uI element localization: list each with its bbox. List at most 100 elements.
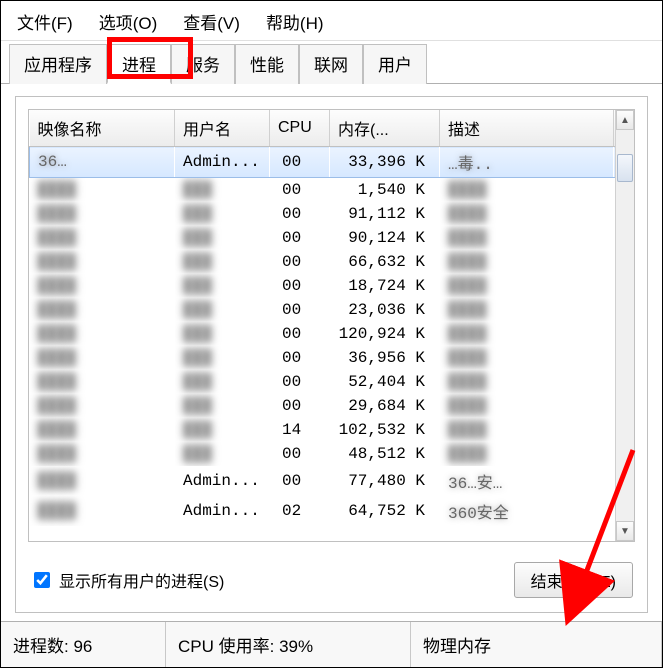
col-header-image[interactable]: 映像名称	[30, 110, 175, 147]
menu-view[interactable]: 查看(V)	[177, 7, 246, 36]
cell-user-name: Admin...	[175, 496, 270, 526]
cell-user-name: ███	[175, 370, 270, 394]
table-row[interactable]: 36…Admin...0033,396 K…毒..	[30, 147, 634, 178]
table-row[interactable]: ███████0036,956 K████	[30, 346, 634, 370]
cell-user-name: ███	[175, 178, 270, 203]
table-row[interactable]: ████Admin...0264,752 K360安全	[30, 496, 634, 526]
table-row[interactable]: ███████14102,532 K████	[30, 418, 634, 442]
col-header-memory[interactable]: 内存(...	[330, 110, 440, 147]
cell-user-name: ███	[175, 442, 270, 466]
cell-cpu: 00	[270, 178, 330, 203]
cell-image-name: ████	[30, 370, 175, 394]
cell-memory: 29,684 K	[330, 394, 440, 418]
status-physical-memory: 物理内存	[411, 622, 662, 667]
cell-description: ████	[440, 298, 614, 322]
cell-description: ████	[440, 346, 614, 370]
process-list-container: 映像名称 用户名 CPU 内存(... 描述 36…Admin...0033,3…	[28, 109, 635, 542]
cell-memory: 1,540 K	[330, 178, 440, 203]
cell-memory: 48,512 K	[330, 442, 440, 466]
cell-memory: 90,124 K	[330, 226, 440, 250]
cell-cpu: 00	[270, 370, 330, 394]
cell-cpu: 14	[270, 418, 330, 442]
col-header-description[interactable]: 描述	[440, 110, 614, 147]
tab-performance[interactable]: 性能	[235, 44, 299, 84]
status-mem-label: 物理内存	[423, 637, 491, 656]
cell-image-name: ████	[30, 250, 175, 274]
table-row[interactable]: ███████0090,124 K████	[30, 226, 634, 250]
menu-options[interactable]: 选项(O)	[93, 7, 164, 36]
cell-cpu: 00	[270, 147, 330, 178]
cell-description: ████	[440, 442, 614, 466]
table-row[interactable]: ███████0066,632 K████	[30, 250, 634, 274]
tab-applications[interactable]: 应用程序	[9, 44, 107, 84]
cell-cpu: 00	[270, 274, 330, 298]
cell-image-name: ████	[30, 178, 175, 203]
col-header-cpu[interactable]: CPU	[270, 110, 330, 147]
cell-description: 360安全	[440, 496, 614, 526]
table-row[interactable]: ███████0052,404 K████	[30, 370, 634, 394]
table-row[interactable]: ███████0029,684 K████	[30, 394, 634, 418]
table-row[interactable]: ███████0048,512 K████	[30, 442, 634, 466]
scrollbar-thumb[interactable]	[617, 154, 633, 182]
col-header-user[interactable]: 用户名	[175, 110, 270, 147]
task-manager-window: 文件(F) 选项(O) 查看(V) 帮助(H) 应用程序 进程 服务 性能 联网…	[0, 0, 663, 668]
scrollbar-track[interactable]	[616, 130, 634, 521]
tab-strip: 应用程序 进程 服务 性能 联网 用户	[1, 41, 662, 84]
cell-image-name: ████	[30, 496, 175, 526]
process-table: 映像名称 用户名 CPU 内存(... 描述 36…Admin...0033,3…	[29, 110, 634, 526]
scroll-down-arrow-icon[interactable]: ▼	[616, 521, 634, 541]
status-cpu-usage: CPU 使用率: 39%	[166, 622, 411, 667]
cell-memory: 33,396 K	[330, 147, 440, 178]
cell-memory: 91,112 K	[330, 202, 440, 226]
cell-memory: 52,404 K	[330, 370, 440, 394]
cell-image-name: ████	[30, 322, 175, 346]
cell-image-name: ████	[30, 466, 175, 496]
scroll-up-arrow-icon[interactable]: ▲	[616, 110, 634, 130]
cell-memory: 36,956 K	[330, 346, 440, 370]
tab-networking[interactable]: 联网	[299, 44, 363, 84]
cell-description: ████	[440, 370, 614, 394]
cell-user-name: ███	[175, 418, 270, 442]
cell-cpu: 00	[270, 202, 330, 226]
menu-help[interactable]: 帮助(H)	[260, 7, 330, 36]
table-header-row: 映像名称 用户名 CPU 内存(... 描述	[30, 110, 634, 147]
cell-memory: 77,480 K	[330, 466, 440, 496]
show-all-users-checkbox[interactable]	[34, 572, 50, 588]
status-cpu-label: CPU 使用率:	[178, 637, 274, 656]
processes-panel: 映像名称 用户名 CPU 内存(... 描述 36…Admin...0033,3…	[15, 96, 648, 613]
cell-user-name: ███	[175, 226, 270, 250]
cell-user-name: Admin...	[175, 466, 270, 496]
table-row[interactable]: ████Admin...0077,480 K36…安…	[30, 466, 634, 496]
tab-processes[interactable]: 进程	[107, 44, 171, 84]
cell-user-name: ███	[175, 394, 270, 418]
cell-image-name: ████	[30, 418, 175, 442]
cell-image-name: ████	[30, 394, 175, 418]
cell-cpu: 00	[270, 322, 330, 346]
show-all-users-checkbox-label[interactable]: 显示所有用户的进程(S)	[30, 568, 224, 592]
table-row[interactable]: ███████00120,924 K████	[30, 322, 634, 346]
menu-file[interactable]: 文件(F)	[11, 7, 79, 36]
cell-memory: 120,924 K	[330, 322, 440, 346]
table-row[interactable]: ███████001,540 K████	[30, 178, 634, 203]
end-process-button[interactable]: 结束进程(E)	[514, 562, 633, 598]
cell-description: ████	[440, 178, 614, 203]
cell-cpu: 00	[270, 250, 330, 274]
cell-cpu: 00	[270, 466, 330, 496]
cell-image-name: ████	[30, 226, 175, 250]
table-row[interactable]: ███████0091,112 K████	[30, 202, 634, 226]
cell-description: ████	[440, 274, 614, 298]
cell-user-name: ███	[175, 202, 270, 226]
cell-user-name: ███	[175, 250, 270, 274]
cell-description: ████	[440, 418, 614, 442]
tab-services[interactable]: 服务	[171, 44, 235, 84]
cell-image-name: ████	[30, 202, 175, 226]
table-row[interactable]: ███████0023,036 K████	[30, 298, 634, 322]
cell-user-name: ███	[175, 322, 270, 346]
cell-cpu: 00	[270, 442, 330, 466]
cell-cpu: 00	[270, 346, 330, 370]
cell-user-name: ███	[175, 346, 270, 370]
vertical-scrollbar[interactable]: ▲ ▼	[615, 110, 634, 541]
cell-user-name: ███	[175, 298, 270, 322]
tab-users[interactable]: 用户	[363, 44, 427, 84]
table-row[interactable]: ███████0018,724 K████	[30, 274, 634, 298]
